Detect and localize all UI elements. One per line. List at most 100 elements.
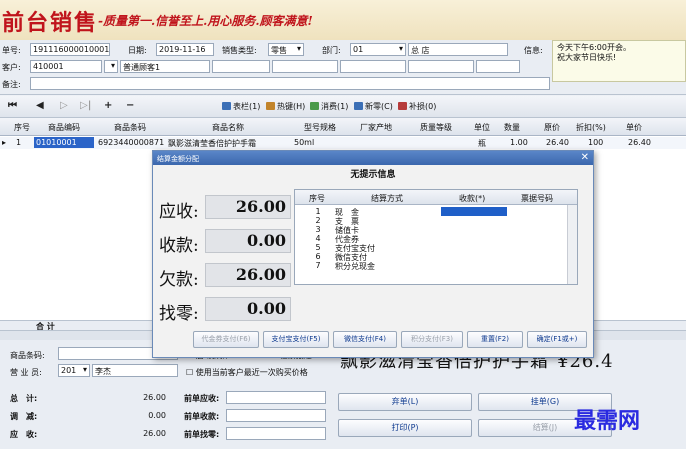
dialog-title-bar: 结算金额分配 ✕: [153, 151, 593, 165]
cell-seq: 1: [16, 138, 22, 147]
reset-button[interactable]: 重置(F2): [467, 331, 523, 348]
pcol-receipt: 票据号码: [521, 194, 553, 203]
banner: 前台销售 -质量第一.信誉至上.用心服务.顾客满意!: [0, 0, 686, 40]
blank-field-2: [272, 60, 338, 73]
last-record-button[interactable]: ▷|: [80, 100, 91, 111]
cell-code[interactable]: 01010001: [34, 137, 94, 148]
first-record-button[interactable]: ⏮: [8, 100, 17, 111]
salesman-label: 营 业 员:: [10, 368, 42, 377]
cell-name: 飘影滋清莹香倍护护手霜: [168, 139, 256, 148]
barcode-label: 商品条码:: [10, 351, 45, 360]
print-button[interactable]: 打印(P): [338, 419, 472, 437]
payment-method-row[interactable]: 5 支付宝支付: [295, 243, 577, 253]
col-seq[interactable]: 序号: [14, 122, 30, 133]
add-row-button[interactable]: +: [104, 100, 112, 111]
due-label: 应 收:: [10, 430, 38, 439]
delete-row-button[interactable]: −: [126, 100, 134, 111]
cell-price: 26.40: [546, 138, 569, 147]
dept-label: 部门:: [322, 46, 341, 55]
prev-due-label: 前单应收:: [184, 394, 220, 403]
columns-icon: [222, 102, 231, 110]
discount-value: 0.00: [148, 411, 166, 420]
remark-field[interactable]: [30, 77, 550, 90]
date-label: 日期:: [128, 46, 147, 55]
toolbar-columns-button[interactable]: 表栏(1): [222, 101, 260, 112]
col-code[interactable]: 商品编码: [48, 122, 80, 133]
col-spec[interactable]: 型号规格: [304, 122, 336, 133]
toolbar-label: 新零(C): [365, 102, 393, 111]
col-grade[interactable]: 质量等级: [420, 122, 452, 133]
toolbar: ⏮ ◀ ▷ ▷| + − 表栏(1) 热键(H) 消费(1) 新零(C) 补损(…: [0, 96, 686, 118]
next-record-button[interactable]: ▷: [60, 100, 68, 111]
col-qty[interactable]: 数量: [504, 122, 520, 133]
col-barcode[interactable]: 商品条码: [114, 122, 146, 133]
change-label: 找零:: [159, 304, 199, 324]
payment-method-row[interactable]: 3 储值卡: [295, 225, 577, 235]
col-discount[interactable]: 折扣(%): [576, 122, 606, 133]
receivable-value: 26.00: [205, 195, 291, 219]
payment-method-row[interactable]: 4 代金券: [295, 234, 577, 244]
payment-table-scrollbar[interactable]: [567, 205, 577, 284]
toolbar-supplement-button[interactable]: 补损(0): [398, 101, 436, 112]
payment-method-no: 2: [315, 216, 321, 225]
dialog-subtitle: 无提示信息: [350, 170, 396, 180]
notice-box: 今天下午6:00开会。 祝大家节日快乐!: [552, 40, 686, 82]
col-name[interactable]: 商品名称: [212, 122, 244, 133]
notice-text: 今天下午6:00开会。 祝大家节日快乐!: [557, 43, 631, 62]
receivable-label: 应收:: [159, 202, 199, 222]
alipay-button[interactable]: 支付宝支付(F5): [263, 331, 329, 348]
toolbar-label: 补损(0): [409, 102, 437, 111]
wechat-pay-button[interactable]: 微信支付(F4): [333, 331, 397, 348]
col-unit[interactable]: 单位: [474, 122, 490, 133]
salesman-select[interactable]: 201: [58, 364, 90, 377]
pcol-no: 序号: [309, 194, 325, 203]
customer-name-field: 普通顾客1: [120, 60, 210, 73]
consume-icon: [310, 102, 319, 110]
dept-select[interactable]: 01: [350, 43, 406, 56]
chk-last-price-label: 使用当前客户最近一次购买价格: [195, 368, 308, 377]
payment-method-row[interactable]: 6 微信支付: [295, 252, 577, 262]
blank-field-3: [340, 60, 406, 73]
close-icon[interactable]: ✕: [581, 152, 589, 163]
sale-type-select[interactable]: 零售: [268, 43, 304, 56]
payment-method-no: 4: [315, 234, 321, 243]
confirm-button[interactable]: 确定(F1或+): [527, 331, 587, 348]
watermark: 最需网: [574, 408, 641, 434]
payment-method-row[interactable]: 2支 票: [295, 216, 577, 226]
payment-table-header: 序号 结算方式 收款(*) 票据号码: [295, 190, 577, 205]
prev-record-button[interactable]: ◀: [36, 100, 44, 111]
toolbar-new-button[interactable]: 新零(C): [354, 101, 393, 112]
payment-method-no: 7: [315, 261, 321, 270]
payment-method-row[interactable]: 1现 金: [295, 207, 577, 217]
col-price[interactable]: 原价: [544, 122, 560, 133]
order-no-field[interactable]: 191116000010001: [30, 43, 110, 56]
table-row[interactable]: ▸ 1 01010001 6923440000871 飘影滋清莹香倍护护手霜 5…: [0, 137, 686, 149]
payment-method-row[interactable]: 7 积分兑现金: [295, 261, 577, 271]
cell-unit: 瓶: [478, 139, 486, 148]
prev-recv-label: 前单收款:: [184, 412, 220, 421]
voucher-pay-button[interactable]: 代金券支付(F6): [193, 331, 259, 348]
discount-label: 调 减:: [10, 412, 38, 421]
col-origin[interactable]: 厂家产地: [360, 122, 392, 133]
points-pay-button[interactable]: 积分支付(F3): [401, 331, 463, 348]
order-no-label: 单号:: [2, 46, 21, 55]
customer-dropdown-button[interactable]: [104, 60, 118, 73]
remark-label: 备注:: [2, 80, 21, 89]
customer-label: 客户:: [2, 63, 21, 72]
payment-method-no: 6: [315, 252, 321, 261]
blank-field-5: [476, 60, 520, 73]
toolbar-label: 消费(1): [321, 102, 349, 111]
toolbar-consume-button[interactable]: 消费(1): [310, 101, 348, 112]
cell-qty: 1.00: [510, 138, 528, 147]
date-field[interactable]: 2019-11-16: [156, 43, 214, 56]
payment-method-table[interactable]: 序号 结算方式 收款(*) 票据号码 1现 金2支 票 3 储值卡 4 代金券 5 支付宝支…: [294, 189, 578, 285]
customer-field[interactable]: 410001: [30, 60, 102, 73]
col-unit-price[interactable]: 单价: [626, 122, 642, 133]
payment-method-name: 积分兑现金: [335, 262, 375, 271]
cancel-order-button[interactable]: 弃单(L): [338, 393, 472, 411]
payment-amount-input[interactable]: [441, 207, 507, 216]
toolbar-hotkey-button[interactable]: 热键(H): [266, 101, 305, 112]
chk-last-price[interactable]: ☐ 使用当前客户最近一次购买价格: [186, 367, 308, 378]
toolbar-label: 表栏(1): [233, 102, 261, 111]
owed-value: 26.00: [205, 263, 291, 287]
